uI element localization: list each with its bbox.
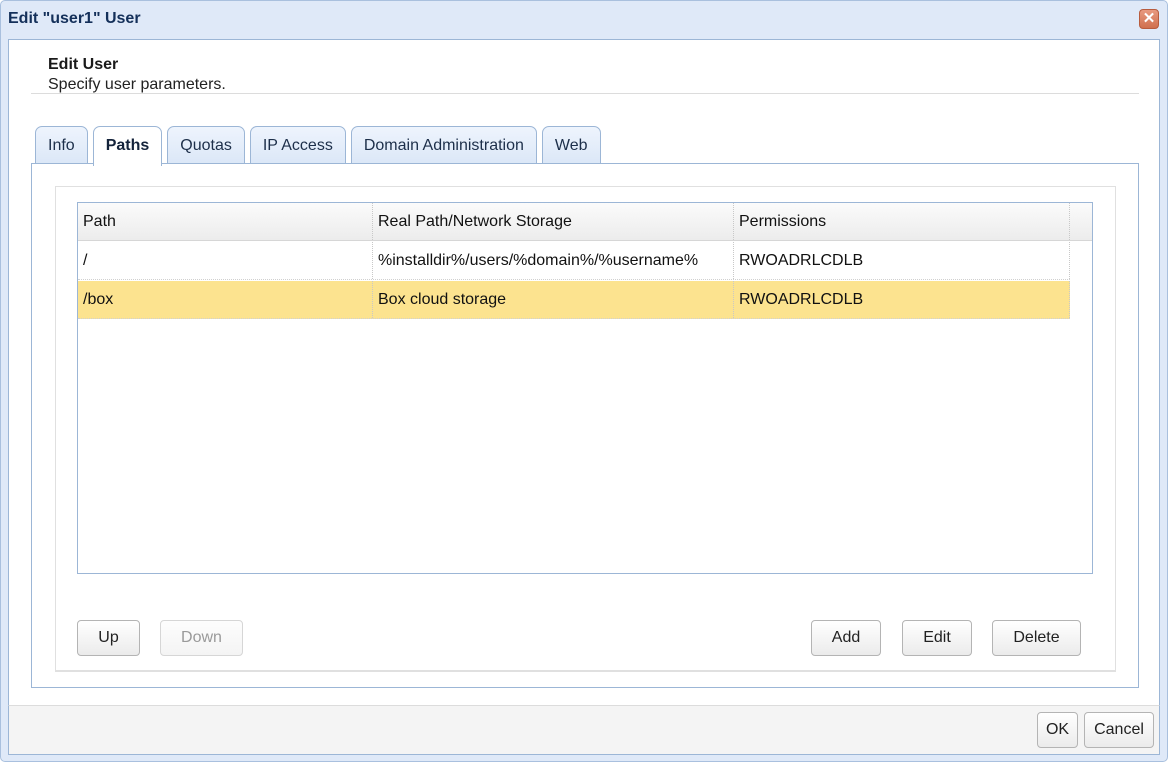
cell-path: /	[78, 242, 373, 279]
paths-grid: Path Real Path/Network Storage Permissio…	[77, 202, 1093, 574]
ok-button[interactable]: OK	[1037, 712, 1078, 748]
tab-domain-administration[interactable]: Domain Administration	[350, 126, 537, 164]
down-button[interactable]: Down	[160, 620, 243, 656]
close-icon: ✕	[1142, 10, 1156, 27]
edit-user-dialog: Edit "user1" User ✕ Edit User Specify us…	[0, 0, 1168, 762]
edit-button[interactable]: Edit	[902, 620, 972, 656]
tab-web[interactable]: Web	[541, 126, 601, 164]
dialog-footer: OK Cancel	[8, 705, 1160, 755]
tab-paths[interactable]: Paths	[92, 126, 163, 166]
tab-info[interactable]: Info	[35, 126, 88, 164]
header-divider	[31, 93, 1139, 94]
cell-permissions: RWOADRLCDLB	[734, 281, 1070, 318]
section-subtitle: Specify user parameters.	[48, 76, 226, 93]
section-title: Edit User	[48, 56, 119, 73]
paths-group: Path Real Path/Network Storage Permissio…	[55, 186, 1116, 672]
grid-header: Path Real Path/Network Storage Permissio…	[78, 203, 1092, 241]
dialog-title: Edit "user1" User	[8, 10, 141, 27]
column-header-real-path[interactable]: Real Path/Network Storage	[373, 203, 734, 240]
column-header-path[interactable]: Path	[78, 203, 373, 240]
cell-real-path: %installdir%/users/%domain%/%username%	[373, 242, 734, 279]
tab-quotas[interactable]: Quotas	[167, 126, 245, 164]
table-row-selected[interactable]: /box Box cloud storage RWOADRLCDLB	[78, 281, 1070, 319]
up-button[interactable]: Up	[77, 620, 140, 656]
tab-bar: Info Paths Quotas IP Access Domain Admin…	[35, 126, 601, 166]
tab-ip-access[interactable]: IP Access	[249, 126, 346, 164]
column-header-permissions[interactable]: Permissions	[734, 203, 1070, 240]
add-button[interactable]: Add	[811, 620, 881, 656]
paths-tab-panel: Path Real Path/Network Storage Permissio…	[31, 163, 1139, 688]
delete-button[interactable]: Delete	[992, 620, 1081, 656]
cell-real-path: Box cloud storage	[373, 281, 734, 318]
title-bar[interactable]: Edit "user1" User ✕	[1, 1, 1167, 39]
table-row[interactable]: / %installdir%/users/%domain%/%username%…	[78, 242, 1070, 280]
column-header-spacer	[1070, 203, 1092, 240]
cell-permissions: RWOADRLCDLB	[734, 242, 1070, 279]
dialog-body: Edit User Specify user parameters. Info …	[8, 39, 1160, 705]
cancel-button[interactable]: Cancel	[1084, 712, 1154, 748]
close-button[interactable]: ✕	[1139, 9, 1159, 29]
cell-path: /box	[78, 281, 373, 318]
